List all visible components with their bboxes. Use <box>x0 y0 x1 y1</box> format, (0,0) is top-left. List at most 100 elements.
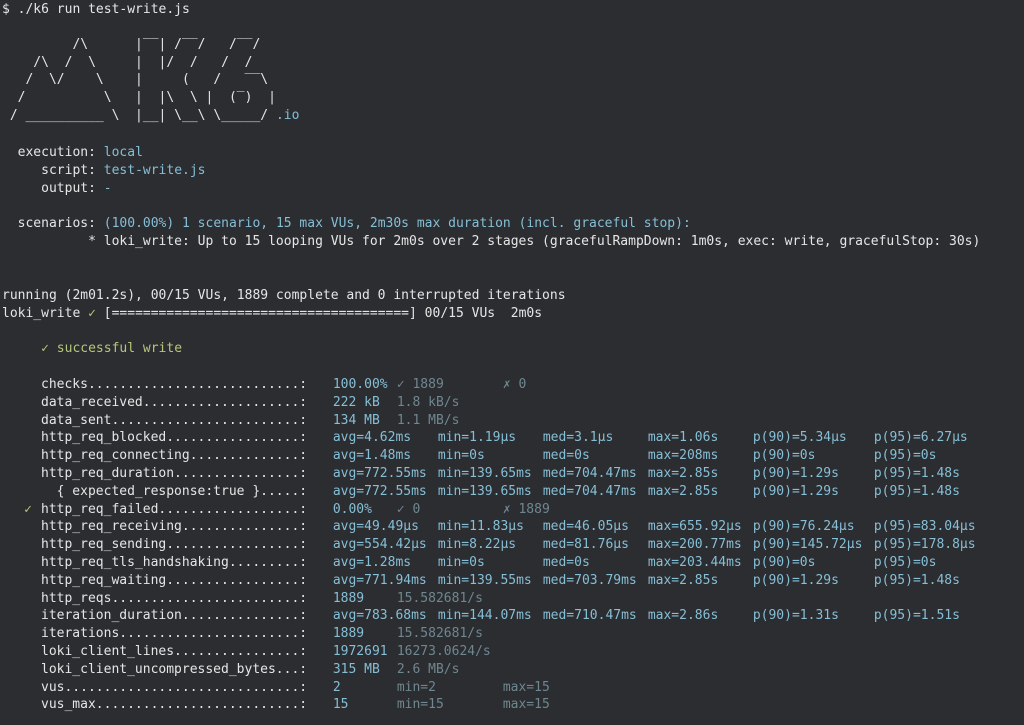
progress-status: 00/15 VUs 2m0s <box>424 306 543 321</box>
metric-extra: max=15 <box>502 679 550 695</box>
metric-name: loki_client_lines................: <box>41 644 308 659</box>
metric-name: data_sent........................: <box>41 412 308 428</box>
metric-row: iterations.......................: 1889 1… <box>2 625 503 643</box>
metric-name: http_req_tls_handshaking.........: <box>41 555 308 570</box>
metric-value: 134 MB <box>332 412 380 428</box>
metric-stat-avg: avg=783.68ms <box>332 608 427 624</box>
metric-stat-p90: p(90)=5.34µs <box>752 430 847 446</box>
metric-row: http_req_sending.................: avg=5… <box>2 536 995 554</box>
scenarios-label: scenarios: <box>17 216 96 231</box>
metric-row: ✓ http_req_failed..................: 0.0… <box>2 501 550 519</box>
metric-row: http_req_connecting..............: avg=1… <box>2 447 995 465</box>
metric-rate: 16273.0624/s <box>396 644 491 659</box>
metric-rate: ✓ 0 <box>396 501 421 517</box>
logo-line-1: /\ |‾‾| /‾‾/ /‾‾/ <box>2 37 261 52</box>
metric-stat-max: max=2.85s <box>647 483 719 499</box>
progress-bar: [======================================] <box>103 306 417 321</box>
script-label: script: <box>41 163 96 178</box>
metric-stat-max: max=2.85s <box>647 572 719 588</box>
output-line: output: - <box>2 180 111 198</box>
metric-row: loki_client_uncompressed_bytes...: 315 M… <box>2 661 503 679</box>
metric-stat-p90: p(90)=0s <box>752 555 816 570</box>
metric-row: http_reqs........................: 1889 1… <box>2 590 503 608</box>
metric-rate: 1.1 MB/s <box>396 412 460 428</box>
metric-row: http_req_tls_handshaking.........: avg=1… <box>2 554 995 572</box>
metric-stat-med: med=704.47ms <box>542 483 637 499</box>
metric-row: http_req_blocked.................: avg=4… <box>2 429 995 447</box>
metric-stat-p95: p(95)=83.04µs <box>873 519 976 535</box>
metric-row: http_req_receiving...............: avg=4… <box>2 518 995 536</box>
metric-value: 1889 <box>332 626 365 642</box>
metric-name: http_req_receiving...............: <box>41 519 308 535</box>
execution-line: execution: local <box>2 144 143 162</box>
execution-label: execution: <box>17 145 96 160</box>
metric-rate: min=15 <box>396 697 444 713</box>
metric-row: data_sent........................: 134 M… <box>2 412 503 430</box>
metric-stat-min: min=144.07ms <box>437 608 532 624</box>
metric-stat-p90: p(90)=0s <box>752 448 816 464</box>
metric-name: http_req_waiting.................: <box>41 572 308 588</box>
k6-logo: /\ |‾‾| /‾‾/ /‾‾/ /\ / \ | |/ / / / / \/… <box>2 36 300 125</box>
metric-threshold-mark: ✓ <box>24 501 32 517</box>
metric-stat-min: min=139.65ms <box>437 466 532 481</box>
metric-rate: 15.582681/s <box>396 590 483 606</box>
metric-name: loki_client_uncompressed_bytes...: <box>41 661 308 677</box>
metric-stat-max: max=203.44ms <box>647 555 742 570</box>
script-value: test-write.js <box>103 163 206 178</box>
metric-value: 315 MB <box>332 661 380 677</box>
metric-stat-min: min=0s <box>437 555 485 570</box>
successful-write-check: ✓ successful write <box>41 341 183 356</box>
metric-rate: 1.8 kB/s <box>396 394 460 410</box>
metric-row: vus_max..........................: 15 min… <box>2 696 550 714</box>
logo-line-2: /\ / \ | |/ / / / <box>2 54 253 70</box>
metric-name: http_reqs........................: <box>41 590 308 606</box>
metric-stat-p90: p(90)=1.29s <box>752 572 839 588</box>
metric-stat-med: med=81.76µs <box>542 537 629 553</box>
metric-stat-med: med=3.1µs <box>542 430 614 446</box>
metric-name: http_req_connecting..............: <box>41 448 308 464</box>
metric-stat-min: min=1.19µs <box>437 430 517 446</box>
metric-name: checks...........................: <box>41 377 308 392</box>
metric-stat-med: med=46.05µs <box>542 519 629 535</box>
scenario-detail-line: * loki_write: Up to 15 looping VUs for 2… <box>2 233 980 251</box>
metric-stat-min: min=139.55ms <box>437 572 532 588</box>
metric-stat-p95: p(95)=0s <box>873 555 937 570</box>
metric-stat-p95: p(95)=1.48s <box>873 466 960 481</box>
metric-name: http_req_duration................: <box>41 466 308 481</box>
metric-value: 15 <box>332 697 349 713</box>
metric-stat-max: max=208ms <box>647 448 719 464</box>
scenarios-value: (100.00%) 1 scenario, 15 max VUs, 2m30s … <box>103 216 691 231</box>
metric-stat-avg: avg=771.94ms <box>332 572 427 588</box>
metric-extra: ✗ 0 <box>502 377 527 392</box>
metric-row: http_req_waiting.................: avg=7… <box>2 572 995 590</box>
metric-value: 100.00% <box>332 377 388 392</box>
metric-stat-avg: avg=772.55ms <box>332 466 427 481</box>
execution-value: local <box>103 145 143 160</box>
metric-stat-p90: p(90)=1.31s <box>752 608 839 624</box>
metric-stat-max: max=1.06s <box>647 430 719 446</box>
metric-extra: ✗ 1889 <box>502 501 550 517</box>
metric-stat-p90: p(90)=1.29s <box>752 466 839 481</box>
metric-extra: max=15 <box>502 697 550 713</box>
metric-stat-min: min=11.83µs <box>437 519 524 535</box>
metric-stat-p95: p(95)=1.51s <box>873 608 960 624</box>
metric-row: http_req_duration................: avg=7… <box>2 465 995 483</box>
metric-stat-med: med=0s <box>542 448 590 464</box>
metric-row: checks...........................: 100.0… <box>2 376 526 394</box>
metric-stat-max: max=655.92µs <box>647 519 742 535</box>
metric-rate: 15.582681/s <box>396 626 483 642</box>
metric-row: { expected_response:true }.....: avg=772… <box>2 483 995 501</box>
metric-name: data_received....................: <box>41 394 308 410</box>
metric-value: 222 kB <box>332 394 380 410</box>
metric-stat-p90: p(90)=76.24µs <box>752 519 855 535</box>
metric-stat-p90: p(90)=145.72µs <box>752 537 863 553</box>
metric-stat-min: min=0s <box>437 448 485 464</box>
metric-name: http_req_sending.................: <box>41 537 308 553</box>
running-status: running (2m01.2s), 00/15 VUs, 1889 compl… <box>2 288 566 303</box>
logo-line-5: / __________ \ |__| \__\ \_____/ <box>2 107 269 123</box>
metric-stat-p95: p(95)=6.27µs <box>873 430 968 446</box>
metric-value: 0.00% <box>332 501 372 517</box>
metric-name: { expected_response:true }.....: <box>41 483 308 499</box>
metric-name: vus_max..........................: <box>41 697 308 713</box>
scenarios-line: scenarios: (100.00%) 1 scenario, 15 max … <box>2 215 691 233</box>
